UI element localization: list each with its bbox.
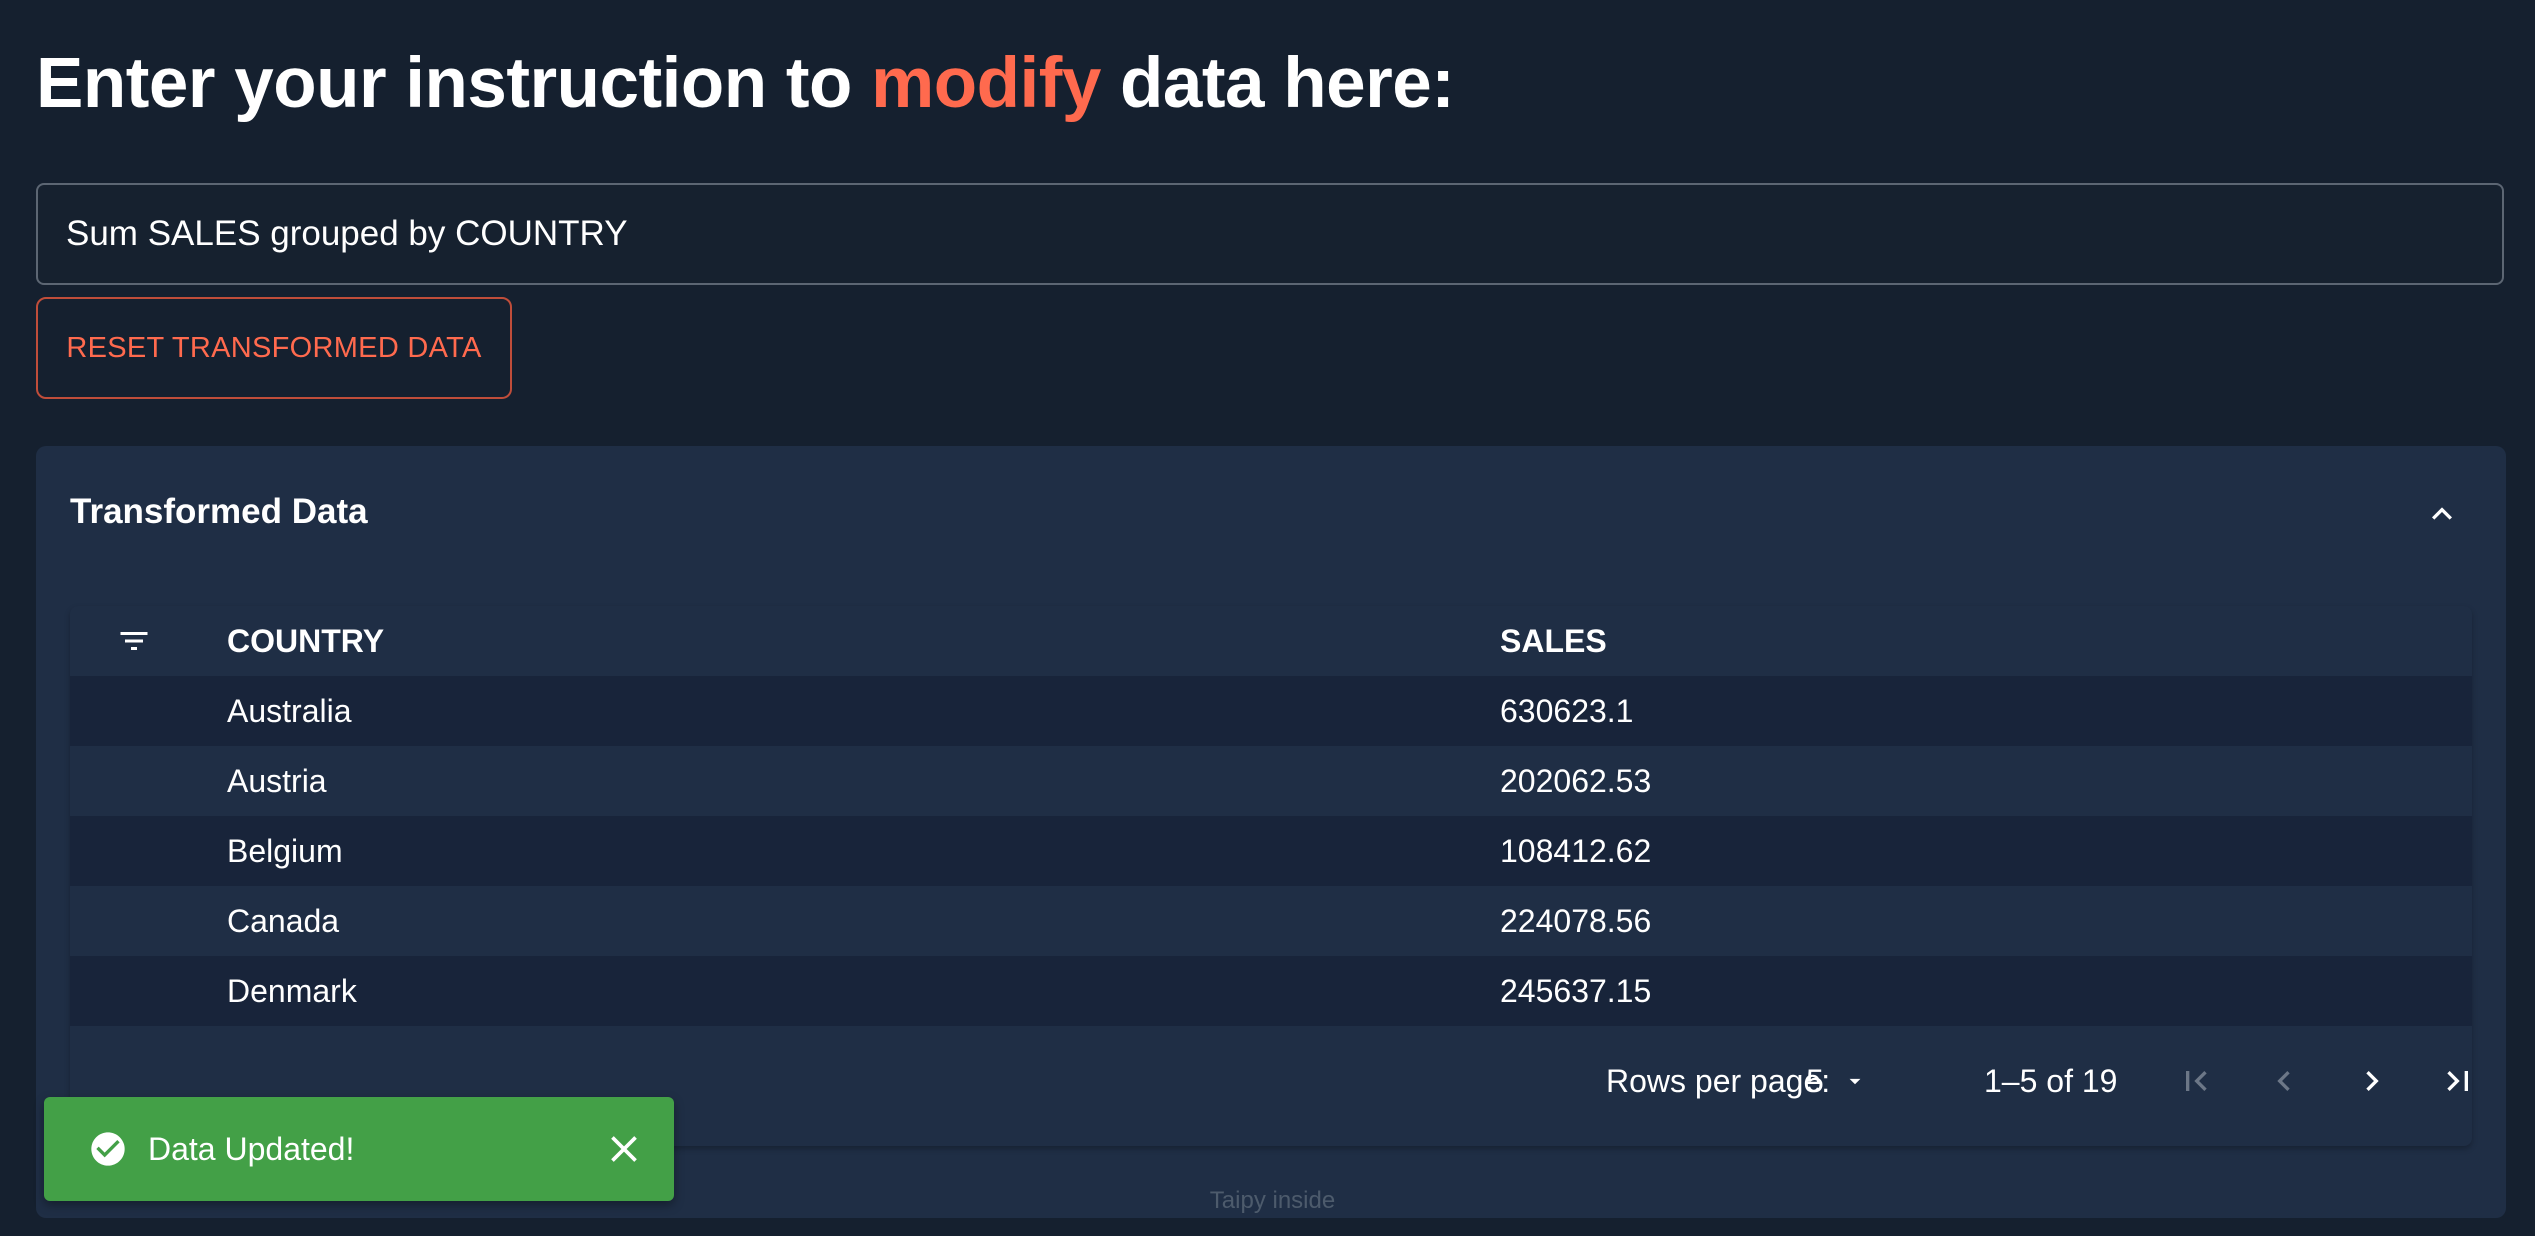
cell-sales: 224078.56 bbox=[1500, 903, 1652, 939]
cell-country: Canada bbox=[227, 903, 340, 939]
cell-country: Australia bbox=[227, 693, 352, 729]
page-title: Enter your instruction to modify data he… bbox=[36, 36, 1455, 132]
check-circle-icon bbox=[88, 1129, 128, 1169]
toast-message: Data Updated! bbox=[148, 1131, 355, 1167]
chevron-up-icon[interactable] bbox=[2422, 494, 2462, 534]
next-page-icon[interactable] bbox=[2352, 1061, 2392, 1101]
table-row: Denmark 245637.15 bbox=[70, 956, 2472, 1026]
title-accent: modify bbox=[871, 44, 1101, 123]
table-row: Australia 630623.1 bbox=[70, 676, 2472, 746]
filter-icon[interactable] bbox=[116, 623, 152, 659]
data-table: COUNTRY SALES Australia 630623.1 Austria… bbox=[70, 606, 2472, 1146]
rows-per-page-select[interactable]: 5 bbox=[1806, 1054, 1896, 1108]
reset-transformed-data-button[interactable]: RESET TRANSFORMED DATA bbox=[36, 297, 512, 399]
title-suffix: data here: bbox=[1100, 44, 1455, 123]
column-header-sales[interactable]: SALES bbox=[1500, 606, 1607, 676]
cell-sales: 630623.1 bbox=[1500, 693, 1634, 729]
cell-sales: 108412.62 bbox=[1500, 833, 1652, 869]
cell-country: Austria bbox=[227, 763, 327, 799]
cell-country: Denmark bbox=[227, 973, 357, 1009]
rows-per-page-label: Rows per page: bbox=[1606, 1063, 1831, 1099]
table-row: Austria 202062.53 bbox=[70, 746, 2472, 816]
instruction-input[interactable] bbox=[36, 183, 2504, 285]
cell-sales: 245637.15 bbox=[1500, 973, 1652, 1009]
pagination-range: 1–5 of 19 bbox=[1984, 1063, 2118, 1099]
table-row: Belgium 108412.62 bbox=[70, 816, 2472, 886]
close-icon[interactable] bbox=[602, 1127, 646, 1171]
table-row: Canada 224078.56 bbox=[70, 886, 2472, 956]
last-page-icon[interactable] bbox=[2438, 1061, 2472, 1101]
column-header-country[interactable]: COUNTRY bbox=[227, 606, 384, 676]
rows-per-page-value: 5 bbox=[1806, 1063, 1824, 1099]
previous-page-icon[interactable] bbox=[2264, 1061, 2304, 1101]
toast-notification: Data Updated! bbox=[44, 1097, 674, 1201]
cell-sales: 202062.53 bbox=[1500, 763, 1652, 799]
first-page-icon[interactable] bbox=[2176, 1061, 2216, 1101]
title-prefix: Enter your instruction to bbox=[36, 44, 872, 123]
panel-title: Transformed Data bbox=[70, 492, 368, 531]
cell-country: Belgium bbox=[227, 833, 343, 869]
dropdown-arrow-icon bbox=[1849, 1078, 1861, 1085]
table-header-row: COUNTRY SALES bbox=[70, 606, 2472, 676]
